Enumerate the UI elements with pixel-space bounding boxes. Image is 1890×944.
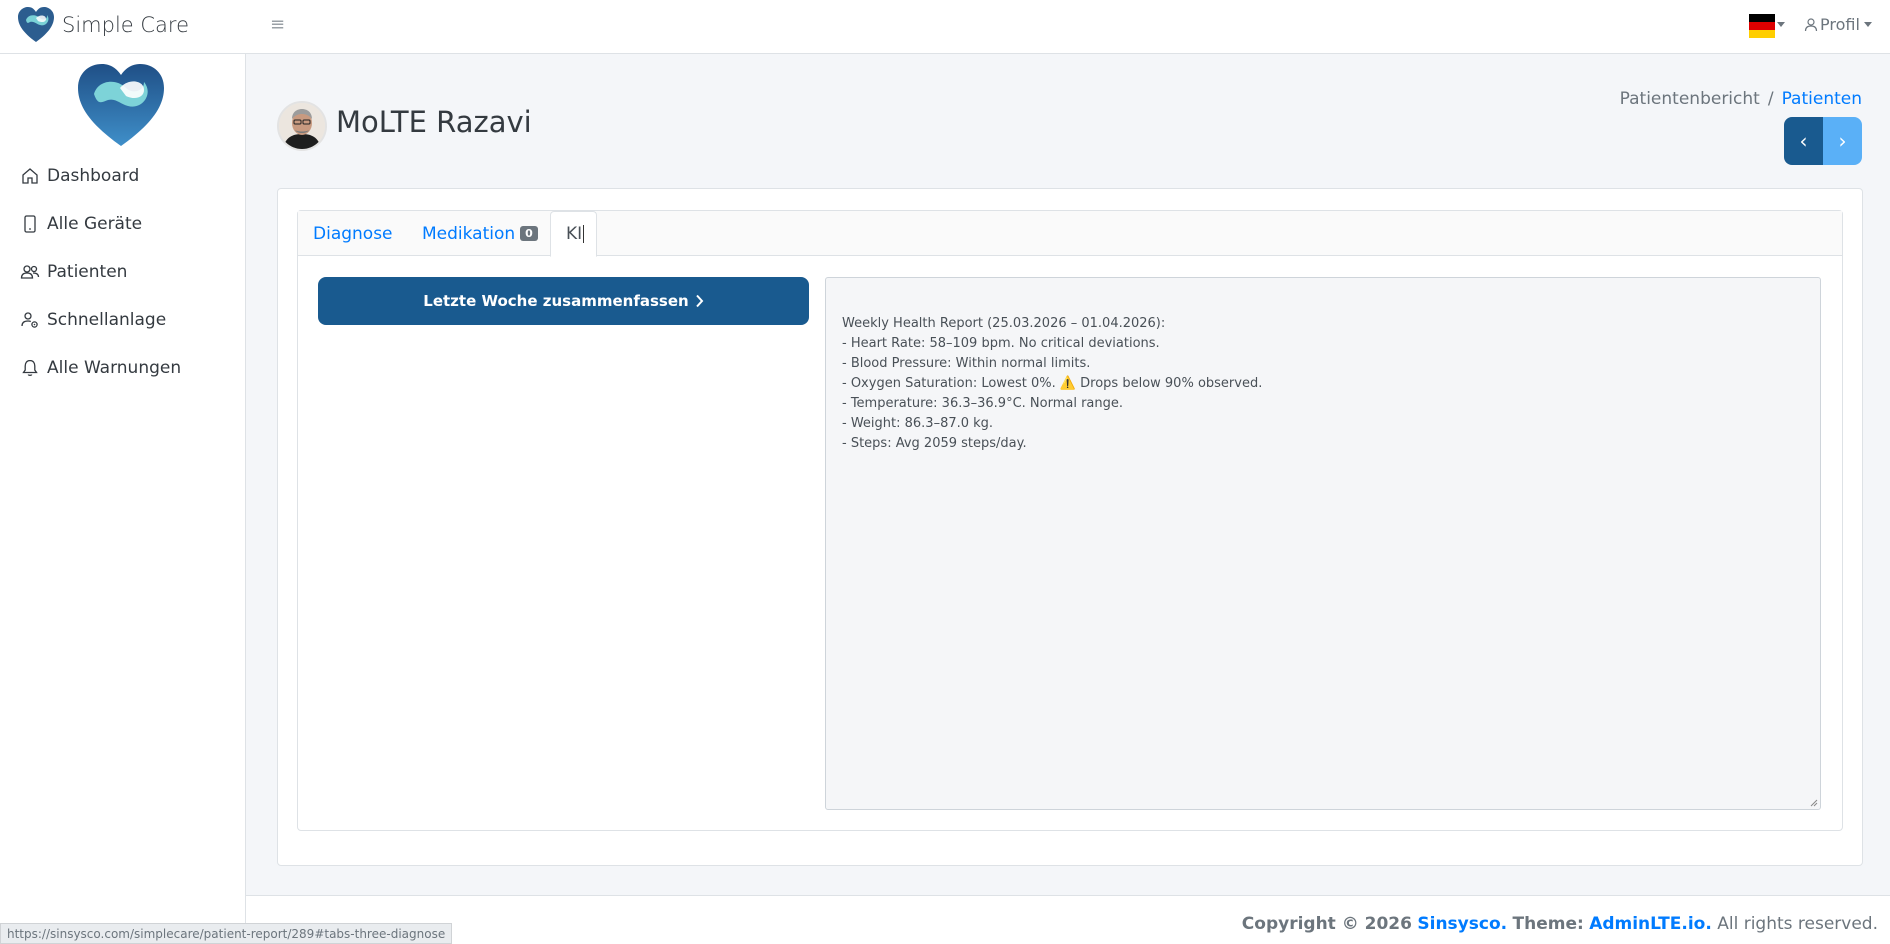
patient-avatar [277,101,327,151]
top-navbar: Simple Care ≡ Profil [0,0,1890,54]
report-line: - Steps: Avg 2059 steps/day. [842,436,1027,451]
theme-label: Theme: [1512,914,1584,934]
resize-handle-icon[interactable] [1808,797,1818,807]
tab-medikation[interactable]: Medikation 0 [422,211,538,256]
sidebar-item-quick-setup[interactable]: Schnellanlage [0,296,246,344]
sidebar-item-alerts[interactable]: Alle Warnungen [0,344,246,392]
breadcrumb: Patientenbericht / Patienten [1620,89,1862,109]
sidebar-item-patients[interactable]: Patienten [0,248,246,296]
tab-ki[interactable]: KI [550,211,597,257]
report-line: - Weight: 86.3–87.0 kg. [842,416,994,431]
report-line: - Blood Pressure: Within normal limits. [842,356,1091,371]
footer: Copyright © 2026 Sinsysco. Theme: AdminL… [246,895,1890,944]
breadcrumb-current: Patientenbericht [1619,89,1760,109]
rights-text: All rights reserved. [1717,914,1878,934]
browser-status-url: https://sinsysco.com/simplecare/patient-… [0,923,453,944]
medication-count-badge: 0 [520,226,538,241]
brand-name: Simple Care [62,13,190,37]
heart-logo-icon [18,7,54,42]
tab-label: KI [566,224,583,244]
chevron-left-icon: ‹ [1799,129,1808,153]
sidebar-item-label: Patienten [47,262,128,282]
house-icon [22,168,38,184]
report-text: Weekly Health Report (25.03.2026 – 01.04… [842,314,1804,454]
hamburger-icon[interactable]: ≡ [270,14,285,35]
breadcrumb-separator: / [1767,89,1774,109]
report-card: Diagnose Medikation 0 KI Letzte Woche zus… [277,188,1863,866]
summarize-last-week-button[interactable]: Letzte Woche zusammenfassen [318,277,809,325]
phone-icon [24,215,36,233]
page-title: MoLTE Razavi [336,105,532,139]
profile-label: Profil [1820,15,1860,34]
next-patient-button[interactable]: › [1823,117,1862,165]
weekly-report-textarea[interactable]: Weekly Health Report (25.03.2026 – 01.04… [825,277,1821,810]
report-line: Weekly Health Report (25.03.2026 – 01.04… [842,316,1166,331]
text-cursor [583,225,585,243]
sidebar: Dashboard Alle Geräte Patienten Schnella… [0,54,246,944]
report-line: - Oxygen Saturation: Lowest 0%. ⚠️ Drops… [842,376,1263,391]
theme-link[interactable]: AdminLTE.io. [1589,914,1712,934]
people-icon [20,265,40,279]
patient-pager: ‹ › [1784,117,1862,165]
sidebar-nav: Dashboard Alle Geräte Patienten Schnella… [0,152,246,392]
sidebar-item-label: Dashboard [47,166,140,186]
sidebar-item-devices[interactable]: Alle Geräte [0,200,246,248]
person-gear-icon [21,312,38,328]
previous-patient-button[interactable]: ‹ [1784,117,1823,165]
germany-flag-icon[interactable] [1749,14,1775,38]
tab-diagnose[interactable]: Diagnose [313,211,393,256]
brand-link[interactable]: Simple Care [16,6,189,44]
breadcrumb-link-patients[interactable]: Patienten [1782,89,1862,109]
chevron-down-icon [1863,22,1872,27]
company-link[interactable]: Sinsysco. [1417,914,1507,934]
profile-dropdown[interactable]: Profil [1804,15,1872,34]
sidebar-item-label: Schnellanlage [47,310,167,330]
tab-bar: Diagnose Medikation 0 KI [298,211,1842,257]
copyright-prefix: Copyright © 2026 [1241,914,1412,934]
tab-label: Diagnose [313,223,393,244]
summarize-button-label: Letzte Woche zusammenfassen [423,292,689,310]
language-dropdown-caret-icon[interactable] [1777,22,1785,27]
sidebar-item-label: Alle Warnungen [47,358,182,378]
sidebar-item-dashboard[interactable]: Dashboard [0,152,246,200]
tabs-card: Diagnose Medikation 0 KI Letzte Woche zus… [297,210,1843,831]
tab-label: Medikation [422,223,516,244]
chevron-right-icon [695,294,704,308]
user-icon [1804,17,1818,31]
person-photo-icon [279,103,325,149]
chevron-right-icon: › [1838,129,1847,153]
heart-logo-icon [78,64,164,146]
report-line: - Heart Rate: 58–109 bpm. No critical de… [842,336,1160,351]
sidebar-item-label: Alle Geräte [47,214,143,234]
copyright-text: Copyright © 2026 Sinsysco. Theme: AdminL… [1242,914,1878,934]
bell-icon [22,359,38,376]
report-line: - Temperature: 36.3–36.9°C. Normal range… [842,396,1124,411]
